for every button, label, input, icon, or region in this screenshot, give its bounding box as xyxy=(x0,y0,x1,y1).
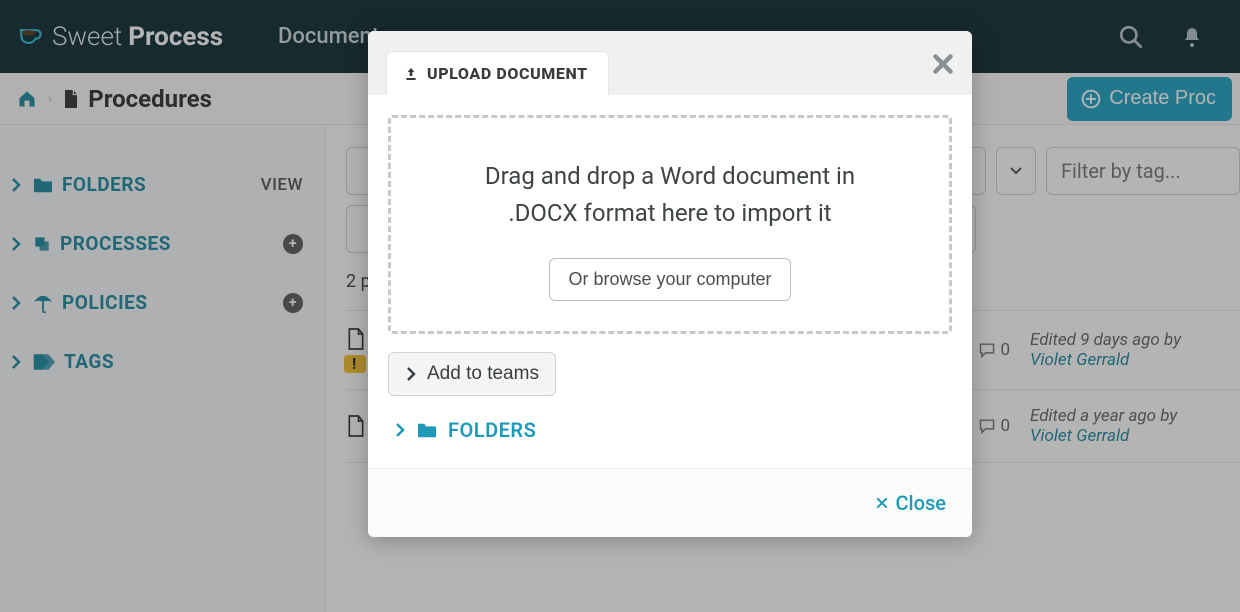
modal-body: Drag and drop a Word document in .DOCX f… xyxy=(368,95,972,468)
tab-label: UPLOAD DOCUMENT xyxy=(427,64,588,83)
upload-document-modal: UPLOAD DOCUMENT Drag and drop a Word doc… xyxy=(368,31,972,537)
chevron-right-icon xyxy=(405,366,417,382)
close-label: Close xyxy=(895,491,946,515)
modal-folders-label: FOLDERS xyxy=(448,418,536,442)
close-icon[interactable] xyxy=(930,51,956,77)
folder-icon xyxy=(416,421,438,439)
modal-tabbar: UPLOAD DOCUMENT xyxy=(368,31,972,95)
upload-document-tab[interactable]: UPLOAD DOCUMENT xyxy=(386,51,609,95)
upload-icon xyxy=(403,66,419,82)
x-icon xyxy=(875,496,889,510)
dropzone-text: Drag and drop a Word document in .DOCX f… xyxy=(451,158,889,232)
file-dropzone[interactable]: Drag and drop a Word document in .DOCX f… xyxy=(388,115,952,334)
modal-folders-section[interactable]: FOLDERS xyxy=(388,402,952,448)
chevron-right-icon xyxy=(394,422,406,438)
modal-footer: Close xyxy=(368,468,972,537)
close-button[interactable]: Close xyxy=(875,491,946,515)
add-teams-label: Add to teams xyxy=(427,363,539,385)
add-to-teams-button[interactable]: Add to teams xyxy=(388,352,556,396)
browse-computer-button[interactable]: Or browse your computer xyxy=(549,258,790,301)
